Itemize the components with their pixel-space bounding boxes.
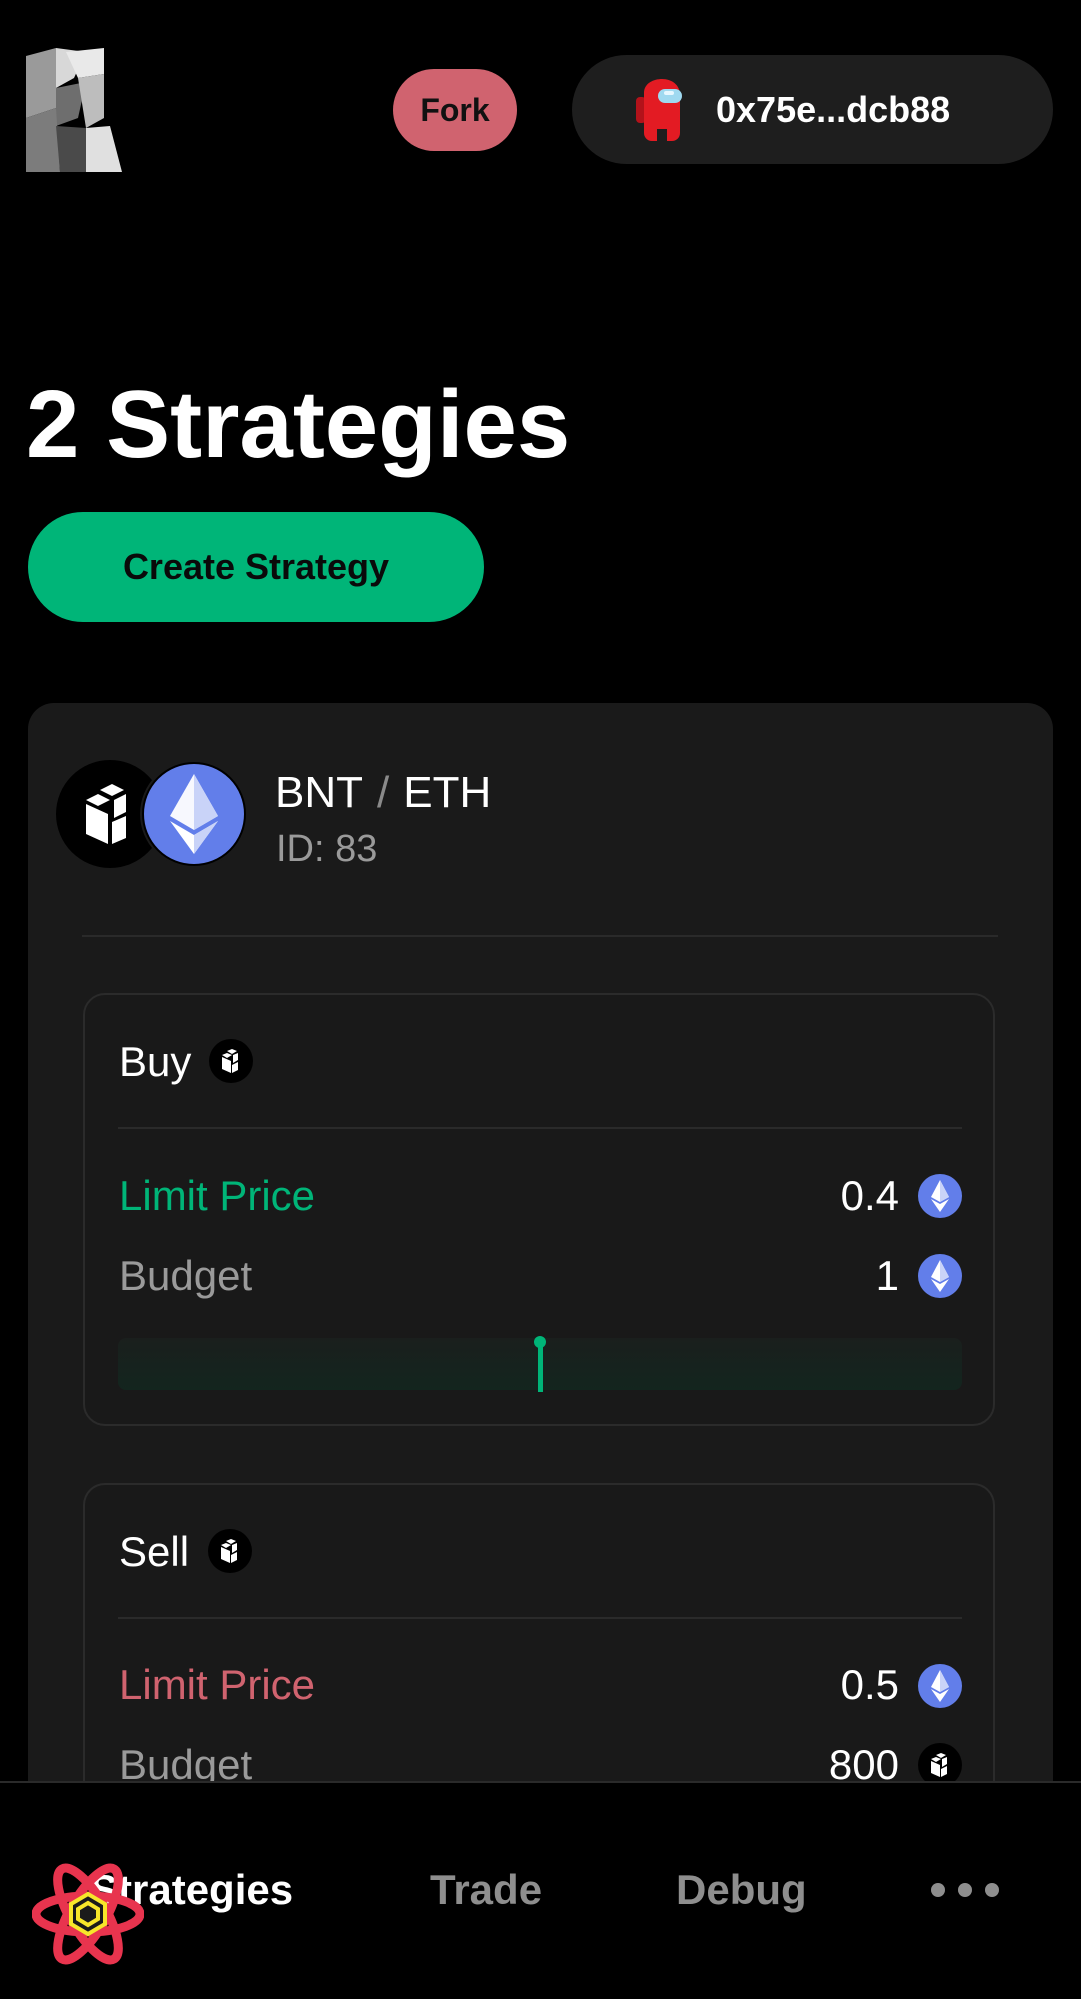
- ethereum-token-icon: [140, 760, 248, 868]
- quote-token-symbol: ETH: [403, 768, 492, 817]
- carbon-logo-icon: [26, 48, 122, 172]
- bancor-token-icon: [208, 1529, 252, 1573]
- wallet-address: 0x75e...dcb88: [716, 88, 951, 130]
- base-token-symbol: BNT: [275, 768, 363, 817]
- buy-budget-value: 1: [875, 1252, 899, 1299]
- page-title: 2 Strategies: [26, 371, 571, 478]
- ethereum-token-icon: [918, 1254, 962, 1298]
- buy-limit-price-value: 0.4: [840, 1172, 899, 1219]
- fork-button[interactable]: Fork: [393, 69, 517, 151]
- buy-title: Buy: [119, 1038, 192, 1085]
- bancor-token-icon: [209, 1039, 253, 1083]
- red-crewmate-avatar-icon: [636, 78, 682, 141]
- buy-price-marker: [534, 1336, 546, 1392]
- sell-limit-price-value: 0.5: [840, 1661, 899, 1708]
- nav-trade-tab[interactable]: Trade: [430, 1866, 542, 1914]
- buy-limit-price-label: Limit Price: [119, 1172, 316, 1219]
- buy-divider: [118, 1127, 962, 1129]
- create-strategy-button[interactable]: Create Strategy: [28, 512, 484, 622]
- react-devtools-icon[interactable]: [32, 1858, 144, 1970]
- more-dots-icon[interactable]: [930, 1880, 1000, 1900]
- strategy-id: ID: 83: [276, 828, 378, 870]
- ethereum-token-icon: [918, 1174, 962, 1218]
- ethereum-token-icon: [918, 1664, 962, 1708]
- buy-budget-label: Budget: [119, 1252, 253, 1299]
- card-divider: [82, 935, 998, 937]
- nav-debug-tab[interactable]: Debug: [676, 1866, 807, 1914]
- wallet-button[interactable]: 0x75e...dcb88: [572, 55, 1053, 164]
- sell-divider: [118, 1617, 962, 1619]
- pair-separator: /: [377, 768, 390, 817]
- pair-name: BNT / ETH: [275, 768, 491, 818]
- sell-title: Sell: [119, 1528, 190, 1575]
- sell-limit-price-label: Limit Price: [119, 1661, 316, 1708]
- app-logo[interactable]: [26, 48, 122, 172]
- token-pair-icons: [56, 760, 248, 868]
